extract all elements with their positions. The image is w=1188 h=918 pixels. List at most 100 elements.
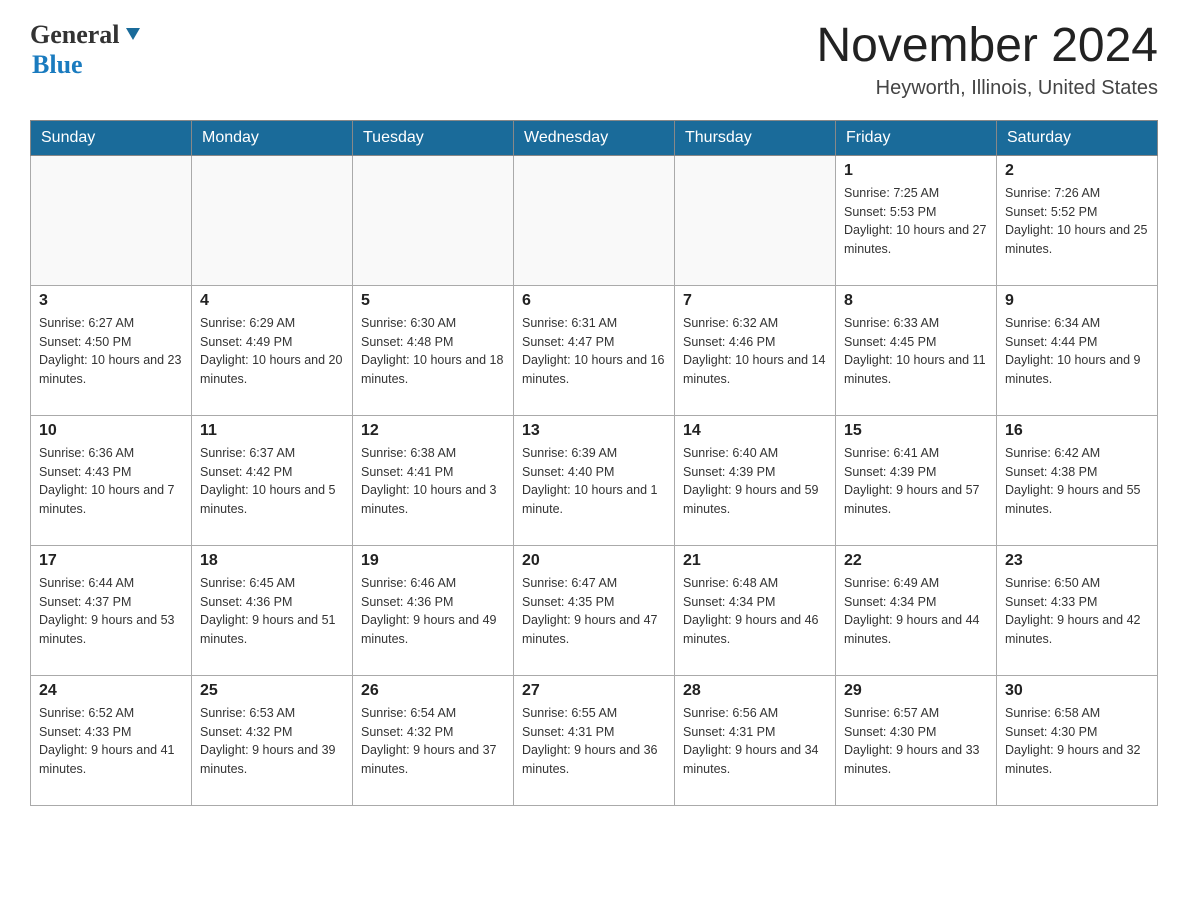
calendar-cell-3-3: 12 Sunrise: 6:38 AMSunset: 4:41 PMDayligh… [353,415,514,545]
logo-triangle-icon [124,24,142,47]
day-info: Sunrise: 6:57 AMSunset: 4:30 PMDaylight:… [844,704,988,779]
day-info: Sunrise: 6:30 AMSunset: 4:48 PMDaylight:… [361,314,505,389]
day-info: Sunrise: 7:26 AMSunset: 5:52 PMDaylight:… [1005,184,1149,259]
calendar-cell-5-4: 27 Sunrise: 6:55 AMSunset: 4:31 PMDayligh… [514,675,675,805]
day-info: Sunrise: 6:47 AMSunset: 4:35 PMDaylight:… [522,574,666,649]
title-section: November 2024 Heyworth, Illinois, United… [816,20,1158,100]
day-info: Sunrise: 6:37 AMSunset: 4:42 PMDaylight:… [200,444,344,519]
calendar-cell-1-1 [31,155,192,285]
calendar-cell-3-1: 10Sunrise: 6:36 AMSunset: 4:43 PMDayligh… [31,415,192,545]
day-number: 16 [1005,422,1149,440]
calendar-cell-4-2: 18 Sunrise: 6:45 AMSunset: 4:36 PMDayligh… [192,545,353,675]
day-number: 14 [683,422,827,440]
day-number: 23 [1005,552,1149,570]
calendar-table: SundayMondayTuesdayWednesdayThursdayFrid… [30,120,1158,806]
weekday-header-saturday: Saturday [997,120,1158,155]
calendar-cell-3-4: 13Sunrise: 6:39 AMSunset: 4:40 PMDayligh… [514,415,675,545]
page-header: General Blue November 2024 Heyworth, Ill… [30,20,1158,100]
day-info: Sunrise: 6:49 AMSunset: 4:34 PMDaylight:… [844,574,988,649]
day-info: Sunrise: 6:40 AMSunset: 4:39 PMDaylight:… [683,444,827,519]
month-title: November 2024 [816,20,1158,73]
weekday-header-friday: Friday [836,120,997,155]
day-number: 9 [1005,292,1149,310]
calendar-cell-3-7: 16 Sunrise: 6:42 AMSunset: 4:38 PMDayligh… [997,415,1158,545]
day-info: Sunrise: 6:41 AMSunset: 4:39 PMDaylight:… [844,444,988,519]
day-number: 10 [39,422,183,440]
calendar-cell-2-1: 3Sunrise: 6:27 AMSunset: 4:50 PMDaylight… [31,285,192,415]
calendar-cell-1-3 [353,155,514,285]
day-number: 5 [361,292,505,310]
calendar-cell-1-6: 1 Sunrise: 7:25 AMSunset: 5:53 PMDaylight… [836,155,997,285]
day-number: 24 [39,682,183,700]
calendar-cell-2-7: 9Sunrise: 6:34 AMSunset: 4:44 PMDaylight… [997,285,1158,415]
day-info: Sunrise: 6:55 AMSunset: 4:31 PMDaylight:… [522,704,666,779]
weekday-header-monday: Monday [192,120,353,155]
calendar-cell-4-1: 17 Sunrise: 6:44 AMSunset: 4:37 PMDayligh… [31,545,192,675]
day-number: 11 [200,422,344,440]
day-info: Sunrise: 6:46 AMSunset: 4:36 PMDaylight:… [361,574,505,649]
calendar-cell-1-4 [514,155,675,285]
day-info: Sunrise: 6:32 AMSunset: 4:46 PMDaylight:… [683,314,827,389]
calendar-week-2: 3Sunrise: 6:27 AMSunset: 4:50 PMDaylight… [31,285,1158,415]
calendar-cell-4-7: 23 Sunrise: 6:50 AMSunset: 4:33 PMDayligh… [997,545,1158,675]
day-info: Sunrise: 6:54 AMSunset: 4:32 PMDaylight:… [361,704,505,779]
calendar-cell-5-2: 25Sunrise: 6:53 AMSunset: 4:32 PMDayligh… [192,675,353,805]
day-info: Sunrise: 6:50 AMSunset: 4:33 PMDaylight:… [1005,574,1149,649]
logo-line2: Blue [30,50,83,80]
day-number: 19 [361,552,505,570]
calendar-cell-5-3: 26 Sunrise: 6:54 AMSunset: 4:32 PMDayligh… [353,675,514,805]
calendar-cell-4-5: 21 Sunrise: 6:48 AMSunset: 4:34 PMDayligh… [675,545,836,675]
day-info: Sunrise: 6:27 AMSunset: 4:50 PMDaylight:… [39,314,183,389]
day-number: 17 [39,552,183,570]
day-info: Sunrise: 6:45 AMSunset: 4:36 PMDaylight:… [200,574,344,649]
calendar-cell-1-5 [675,155,836,285]
day-number: 27 [522,682,666,700]
calendar-header: SundayMondayTuesdayWednesdayThursdayFrid… [31,120,1158,155]
day-number: 2 [1005,162,1149,180]
calendar-week-3: 10Sunrise: 6:36 AMSunset: 4:43 PMDayligh… [31,415,1158,545]
day-number: 26 [361,682,505,700]
day-number: 21 [683,552,827,570]
day-info: Sunrise: 6:33 AMSunset: 4:45 PMDaylight:… [844,314,988,389]
calendar-cell-5-1: 24Sunrise: 6:52 AMSunset: 4:33 PMDayligh… [31,675,192,805]
calendar-week-1: 1 Sunrise: 7:25 AMSunset: 5:53 PMDaylight… [31,155,1158,285]
weekday-header-wednesday: Wednesday [514,120,675,155]
calendar-cell-3-5: 14 Sunrise: 6:40 AMSunset: 4:39 PMDayligh… [675,415,836,545]
day-info: Sunrise: 6:38 AMSunset: 4:41 PMDaylight:… [361,444,505,519]
calendar-cell-2-4: 6 Sunrise: 6:31 AMSunset: 4:47 PMDaylight… [514,285,675,415]
day-number: 30 [1005,682,1149,700]
calendar-week-5: 24Sunrise: 6:52 AMSunset: 4:33 PMDayligh… [31,675,1158,805]
day-number: 20 [522,552,666,570]
day-number: 12 [361,422,505,440]
location: Heyworth, Illinois, United States [816,77,1158,100]
day-number: 18 [200,552,344,570]
day-info: Sunrise: 6:53 AMSunset: 4:32 PMDaylight:… [200,704,344,779]
calendar-cell-5-6: 29 Sunrise: 6:57 AMSunset: 4:30 PMDayligh… [836,675,997,805]
calendar-cell-4-4: 20 Sunrise: 6:47 AMSunset: 4:35 PMDayligh… [514,545,675,675]
day-info: Sunrise: 6:58 AMSunset: 4:30 PMDaylight:… [1005,704,1149,779]
day-number: 1 [844,162,988,180]
day-info: Sunrise: 6:48 AMSunset: 4:34 PMDaylight:… [683,574,827,649]
calendar-cell-2-6: 8Sunrise: 6:33 AMSunset: 4:45 PMDaylight… [836,285,997,415]
day-number: 13 [522,422,666,440]
calendar-cell-5-7: 30 Sunrise: 6:58 AMSunset: 4:30 PMDayligh… [997,675,1158,805]
day-number: 29 [844,682,988,700]
day-number: 6 [522,292,666,310]
day-info: Sunrise: 7:25 AMSunset: 5:53 PMDaylight:… [844,184,988,259]
day-info: Sunrise: 6:56 AMSunset: 4:31 PMDaylight:… [683,704,827,779]
weekday-header-thursday: Thursday [675,120,836,155]
calendar-cell-4-3: 19 Sunrise: 6:46 AMSunset: 4:36 PMDayligh… [353,545,514,675]
day-number: 4 [200,292,344,310]
day-info: Sunrise: 6:42 AMSunset: 4:38 PMDaylight:… [1005,444,1149,519]
weekday-header-tuesday: Tuesday [353,120,514,155]
day-number: 7 [683,292,827,310]
logo-blue-text: Blue [32,50,83,79]
calendar-cell-1-7: 2 Sunrise: 7:26 AMSunset: 5:52 PMDaylight… [997,155,1158,285]
day-info: Sunrise: 6:44 AMSunset: 4:37 PMDaylight:… [39,574,183,649]
calendar-week-4: 17 Sunrise: 6:44 AMSunset: 4:37 PMDayligh… [31,545,1158,675]
day-info: Sunrise: 6:31 AMSunset: 4:47 PMDaylight:… [522,314,666,389]
calendar-cell-5-5: 28Sunrise: 6:56 AMSunset: 4:31 PMDayligh… [675,675,836,805]
calendar-cell-3-2: 11 Sunrise: 6:37 AMSunset: 4:42 PMDayligh… [192,415,353,545]
day-number: 22 [844,552,988,570]
calendar-cell-2-2: 4Sunrise: 6:29 AMSunset: 4:49 PMDaylight… [192,285,353,415]
